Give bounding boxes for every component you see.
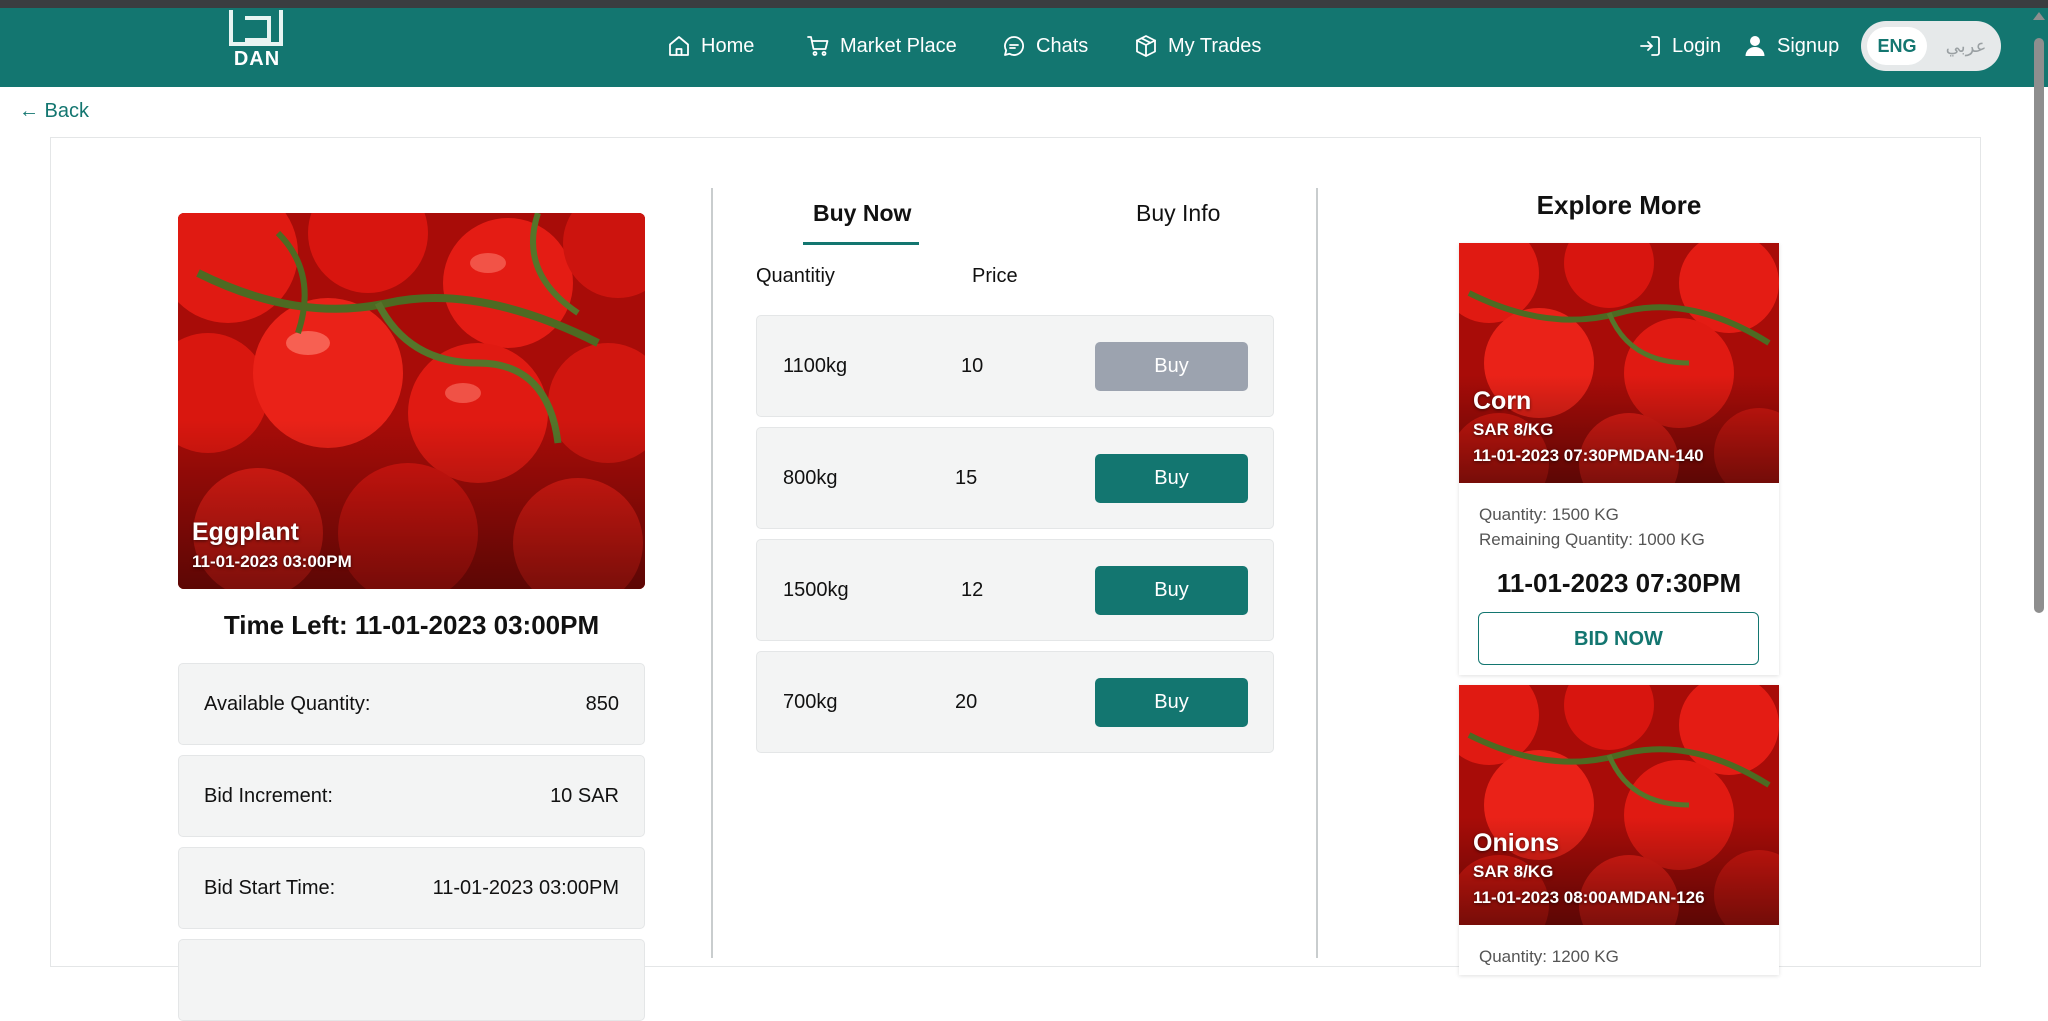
signup-label: Signup xyxy=(1777,34,1840,57)
offer-price: 15 xyxy=(955,467,978,489)
detail-value: 850 xyxy=(585,693,619,715)
card-image: Corn SAR 8/KG 11-01-2023 07:30PMDAN-140 xyxy=(1459,243,1779,483)
card-name: Onions xyxy=(1473,829,1560,857)
package-icon xyxy=(1136,35,1156,57)
active-tab-indicator xyxy=(803,242,919,245)
card-quantity: Quantity: 1500 KG xyxy=(1479,505,1619,524)
offer-row: 800kg 15 Buy xyxy=(756,427,1274,529)
nav-home-label: Home xyxy=(701,34,755,57)
detail-row-next xyxy=(178,939,645,1021)
detail-label: Bid Increment: xyxy=(204,785,333,807)
login-link[interactable]: Login xyxy=(1638,26,1721,66)
explore-card-corn[interactable]: Corn SAR 8/KG 11-01-2023 07:30PMDAN-140 … xyxy=(1459,243,1779,675)
chat-icon xyxy=(1004,36,1024,56)
product-name: Eggplant xyxy=(192,518,299,546)
explore-card-onions[interactable]: Onions SAR 8/KG 11-01-2023 08:00AMDAN-12… xyxy=(1459,685,1779,975)
login-label: Login xyxy=(1672,34,1721,57)
user-icon xyxy=(1745,36,1765,56)
scroll-up-arrow-icon[interactable] xyxy=(2033,12,2045,20)
nav-market-place[interactable]: Market Place xyxy=(806,26,957,66)
card-meta: 11-01-2023 08:00AMDAN-126 xyxy=(1473,888,1705,907)
tab-buy-now[interactable]: Buy Now xyxy=(813,200,911,227)
logo-text: DAN xyxy=(233,48,281,70)
column-header-price: Price xyxy=(972,265,1018,287)
buy-button[interactable]: Buy xyxy=(1095,454,1248,503)
offer-quantity: 1100kg xyxy=(783,355,848,377)
logo-mark-icon xyxy=(229,10,283,46)
offer-quantity: 800kg xyxy=(783,467,838,489)
offer-row: 1500kg 12 Buy xyxy=(756,539,1274,641)
login-icon xyxy=(1640,36,1660,56)
product-date: 11-01-2023 03:00PM xyxy=(192,552,352,571)
offer-row: 700kg 20 Buy xyxy=(756,651,1274,753)
signup-link[interactable]: Signup xyxy=(1743,26,1839,66)
tab-buy-info[interactable]: Buy Info xyxy=(1136,200,1220,227)
time-left: Time Left: 11-01-2023 03:00PM xyxy=(223,610,600,640)
detail-row-available-quantity: Available Quantity: 850 xyxy=(178,663,645,745)
window-top-strip xyxy=(0,0,2048,8)
language-toggle[interactable]: ENG عربي xyxy=(1861,21,2001,71)
scrollbar-thumb[interactable] xyxy=(2034,38,2044,613)
card-name: Corn xyxy=(1473,387,1532,415)
cart-icon xyxy=(807,36,829,56)
detail-value: 11-01-2023 03:00PM xyxy=(432,877,619,899)
product-image: Eggplant 11-01-2023 03:00PM xyxy=(178,213,645,589)
offer-quantity: 1500kg xyxy=(783,579,849,601)
explore-more-title: Explore More xyxy=(1536,190,1702,220)
nav-chats[interactable]: Chats xyxy=(1002,26,1088,66)
lang-eng-option[interactable]: ENG xyxy=(1867,27,1927,65)
offer-price: 20 xyxy=(955,691,978,713)
card-price: SAR 8/KG xyxy=(1473,420,1554,439)
nav-my-trades[interactable]: My Trades xyxy=(1134,26,1261,66)
nav-market-place-label: Market Place xyxy=(840,34,957,57)
card-meta: 11-01-2023 07:30PMDAN-140 xyxy=(1473,446,1704,465)
card-remaining-quantity: Remaining Quantity: 1000 KG xyxy=(1479,530,1705,549)
buy-button[interactable]: Buy xyxy=(1095,678,1248,727)
column-header-quantity: Quantitiy xyxy=(756,265,835,287)
nav-my-trades-label: My Trades xyxy=(1168,34,1262,57)
back-link[interactable]: ← Back xyxy=(19,100,89,123)
lang-ar-option[interactable]: عربي xyxy=(1937,27,1995,65)
buy-button[interactable]: Buy xyxy=(1095,566,1248,615)
detail-value: 10 SAR xyxy=(550,785,619,807)
card-date: 11-01-2023 07:30PM xyxy=(1496,568,1742,598)
detail-label: Bid Start Time: xyxy=(204,877,336,899)
buy-button-disabled[interactable]: Buy xyxy=(1095,342,1248,391)
detail-label: Available Quantity: xyxy=(204,693,371,715)
card-quantity: Quantity: 1200 KG xyxy=(1479,947,1619,966)
offer-quantity: 700kg xyxy=(783,691,838,713)
detail-row-bid-start-time: Bid Start Time: 11-01-2023 03:00PM xyxy=(178,847,645,929)
home-icon xyxy=(669,36,689,56)
card-image: Onions SAR 8/KG 11-01-2023 08:00AMDAN-12… xyxy=(1459,685,1779,925)
nav-home[interactable]: Home xyxy=(667,26,754,66)
navbar: DAN Home Market Place Chats My Trades Lo… xyxy=(0,8,2048,87)
detail-row-bid-increment: Bid Increment: 10 SAR xyxy=(178,755,645,837)
offer-price: 12 xyxy=(961,579,984,601)
bid-now-button[interactable]: BID NOW xyxy=(1478,612,1759,665)
column-divider-right xyxy=(1316,188,1318,958)
offer-row: 1100kg 10 Buy xyxy=(756,315,1274,417)
dan-logo[interactable]: DAN xyxy=(225,8,289,70)
card-price: SAR 8/KG xyxy=(1473,862,1554,881)
column-divider-left xyxy=(711,188,713,958)
nav-chats-label: Chats xyxy=(1036,34,1089,57)
offer-price: 10 xyxy=(961,355,984,377)
